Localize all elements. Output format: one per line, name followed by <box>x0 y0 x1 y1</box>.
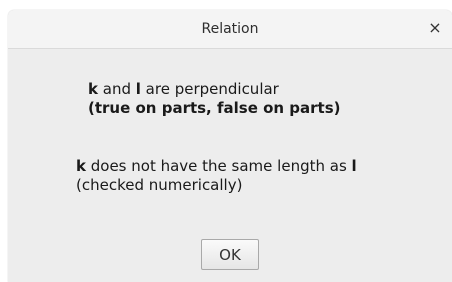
object-k-label: k <box>88 80 98 98</box>
object-k-label: k <box>76 157 86 175</box>
perpendicular-qualifier: (true on parts, false on parts) <box>88 99 341 117</box>
message-text: does not have the same length as <box>85 157 352 175</box>
length-message: k does not have the same length as l <box>76 157 357 175</box>
perpendicular-message: k and l are perpendicular <box>88 80 279 98</box>
message-text: and <box>97 80 136 98</box>
object-l-label: l <box>351 157 357 175</box>
relation-dialog: Relation × k and l are perpendicular (tr… <box>8 10 452 282</box>
dialog-title: Relation <box>201 21 259 37</box>
close-icon[interactable]: × <box>426 19 444 37</box>
dialog-titlebar: Relation × <box>8 10 452 49</box>
length-qualifier: (checked numerically) <box>76 176 243 194</box>
message-text: are perpendicular <box>140 80 279 98</box>
ok-button[interactable]: OK <box>201 239 259 270</box>
